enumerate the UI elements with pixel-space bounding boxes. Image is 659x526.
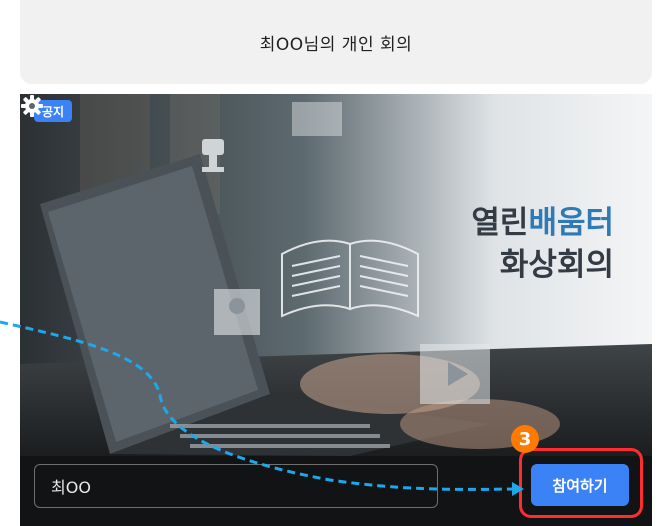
gear-icon[interactable] <box>20 94 44 118</box>
join-button[interactable]: 참여하기 <box>531 464 629 506</box>
step-number-badge: 3 <box>511 425 539 453</box>
banner-title-word-learning: 배움터 <box>528 205 614 241</box>
banner-title-line2: 화상회의 <box>499 247 614 283</box>
meeting-banner: 공지 열린배움터 화상회의 <box>20 94 652 456</box>
join-bar: 참여하기 <box>20 448 652 526</box>
meeting-title: 최OO님의 개인 회의 <box>259 34 413 55</box>
banner-title-word-open: 열린 <box>471 205 529 241</box>
meeting-header: 최OO님의 개인 회의 <box>20 0 652 84</box>
banner-title: 열린배움터 화상회의 <box>471 202 614 286</box>
name-input[interactable] <box>34 464 438 508</box>
banner-title-line1: 열린배움터 <box>471 202 614 244</box>
